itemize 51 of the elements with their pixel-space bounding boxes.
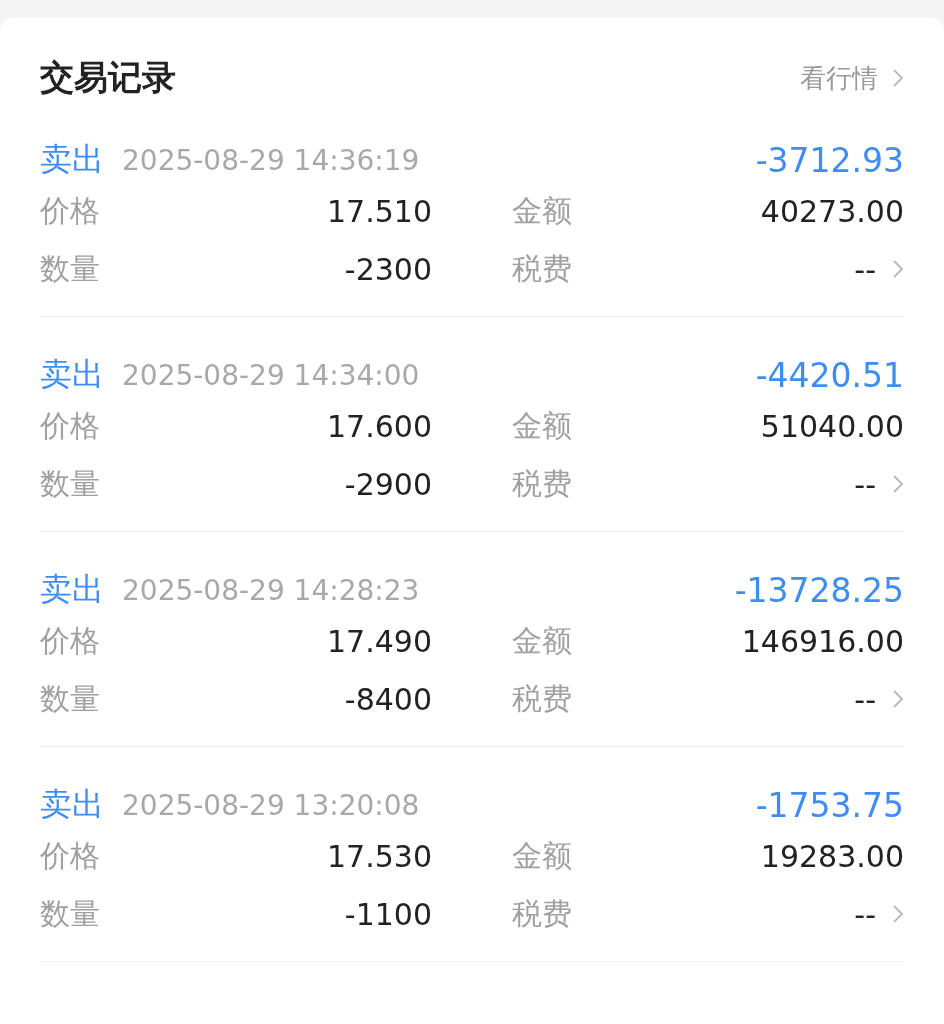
tax-value: -- [854, 896, 876, 932]
tax-label: 税费 [512, 464, 572, 503]
price-label: 价格 [40, 836, 100, 875]
trade-change: -1753.75 [755, 785, 904, 825]
amount-label: 金额 [512, 191, 572, 230]
amount-value: 40273.00 [760, 193, 904, 229]
tax-label: 税费 [512, 894, 572, 933]
trade-change: -4420.51 [755, 355, 904, 395]
trade-side: 卖出 [40, 569, 104, 610]
price-value: 17.600 [327, 408, 432, 444]
trade-change: -3712.93 [755, 140, 904, 180]
amount-value: 51040.00 [760, 408, 904, 444]
amount-value: 19283.00 [760, 838, 904, 874]
quantity-label: 数量 [40, 894, 100, 933]
tax-label: 税费 [512, 679, 572, 718]
trade-time: 2025-08-29 13:20:08 [122, 788, 420, 822]
chevron-right-icon [892, 68, 904, 88]
trade-change: -13728.25 [734, 570, 904, 610]
amount-label: 金额 [512, 836, 572, 875]
amount-label: 金额 [512, 406, 572, 445]
quantity-value: -2900 [344, 466, 432, 502]
trade-side: 卖出 [40, 139, 104, 180]
price-label: 价格 [40, 621, 100, 660]
trade-side: 卖出 [40, 784, 104, 825]
quantity-value: -2300 [344, 251, 432, 287]
tax-value: -- [854, 466, 876, 502]
trade-time: 2025-08-29 14:34:00 [122, 358, 420, 392]
chevron-right-icon[interactable] [892, 474, 904, 494]
amount-label: 金额 [512, 621, 572, 660]
price-value: 17.530 [327, 838, 432, 874]
quantity-label: 数量 [40, 464, 100, 503]
chevron-right-icon[interactable] [892, 904, 904, 924]
tax-value: -- [854, 251, 876, 287]
trade-side: 卖出 [40, 354, 104, 395]
price-value: 17.490 [327, 623, 432, 659]
trade-time: 2025-08-29 14:28:23 [122, 573, 420, 607]
quantity-value: -1100 [344, 896, 432, 932]
quantity-label: 数量 [40, 249, 100, 288]
chevron-right-icon[interactable] [892, 259, 904, 279]
market-link[interactable]: 看行情 [800, 60, 904, 96]
tax-label: 税费 [512, 249, 572, 288]
price-value: 17.510 [327, 193, 432, 229]
section-title: 交易记录 [40, 56, 176, 99]
price-label: 价格 [40, 191, 100, 230]
price-label: 价格 [40, 406, 100, 445]
quantity-value: -8400 [344, 681, 432, 717]
trade-time: 2025-08-29 14:36:19 [122, 143, 420, 177]
amount-value: 146916.00 [741, 623, 904, 659]
chevron-right-icon[interactable] [892, 689, 904, 709]
tax-value: -- [854, 681, 876, 717]
quantity-label: 数量 [40, 679, 100, 718]
